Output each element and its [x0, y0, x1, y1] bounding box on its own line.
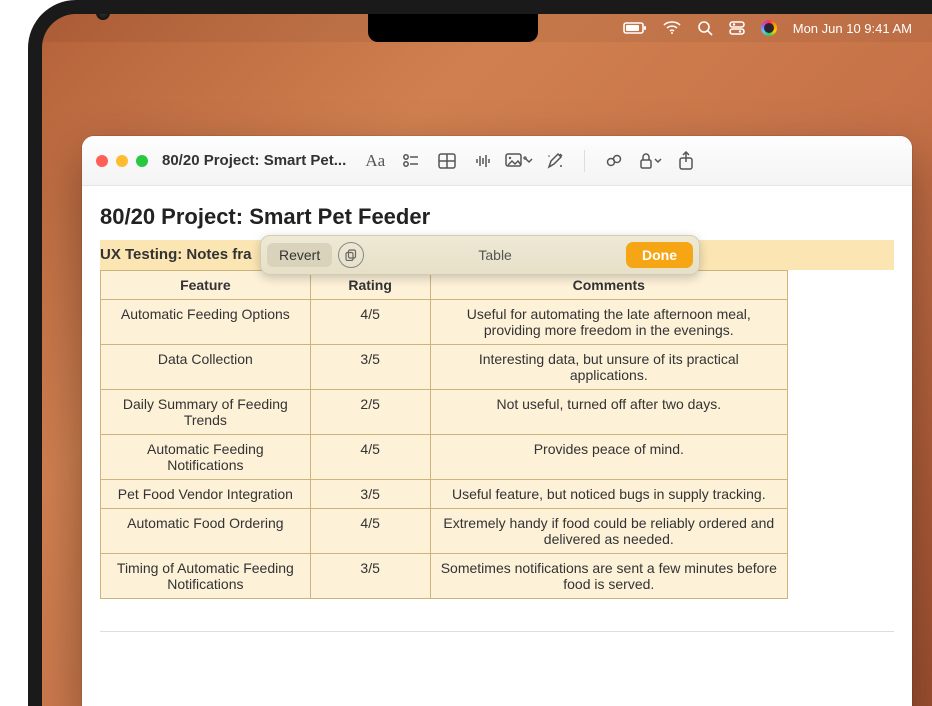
cell-rating[interactable]: 3/5 — [310, 345, 430, 390]
table-row: Pet Food Vendor Integration 3/5 Useful f… — [101, 480, 788, 509]
table-row: Automatic Feeding Options 4/5 Useful for… — [101, 300, 788, 345]
notch — [368, 14, 538, 42]
feedback-table: Feature Rating Comments Automatic Feedin… — [100, 270, 788, 599]
action-pill: Revert Table Done — [260, 235, 700, 275]
pill-label: Table — [370, 247, 620, 263]
cell-comments[interactable]: Useful feature, but noticed bugs in supp… — [430, 480, 787, 509]
toolbar-divider — [584, 150, 585, 172]
feedback-table-wrap: Feature Rating Comments Automatic Feedin… — [100, 270, 894, 599]
revert-button[interactable]: Revert — [267, 243, 332, 267]
lock-button[interactable] — [633, 146, 667, 176]
writing-tools-button[interactable] — [538, 146, 572, 176]
note-heading: 80/20 Project: Smart Pet Feeder — [100, 204, 894, 230]
cell-feature[interactable]: Pet Food Vendor Integration — [101, 480, 311, 509]
done-button[interactable]: Done — [626, 242, 693, 268]
cell-feature[interactable]: Data Collection — [101, 345, 311, 390]
copy-icon[interactable] — [338, 242, 364, 268]
cell-feature[interactable]: Daily Summary of Feeding Trends — [101, 390, 311, 435]
table-button[interactable] — [430, 146, 464, 176]
cell-feature[interactable]: Timing of Automatic Feeding Notification… — [101, 554, 311, 599]
cell-comments[interactable]: Sometimes notifications are sent a few m… — [430, 554, 787, 599]
cell-rating[interactable]: 2/5 — [310, 390, 430, 435]
battery-icon[interactable] — [623, 21, 647, 35]
minimize-button[interactable] — [116, 155, 128, 167]
table-row: Daily Summary of Feeding Trends 2/5 Not … — [101, 390, 788, 435]
highlighted-subheading-row: UX Testing: Notes fra Revert Table Done — [100, 240, 894, 270]
cell-rating[interactable]: 3/5 — [310, 480, 430, 509]
cell-comments[interactable]: Interesting data, but unsure of its prac… — [430, 345, 787, 390]
siri-icon[interactable] — [761, 20, 777, 36]
window-title: 80/20 Project: Smart Pet... — [162, 152, 346, 169]
cell-comments[interactable]: Useful for automating the late afternoon… — [430, 300, 787, 345]
cell-feature[interactable]: Automatic Feeding Notifications — [101, 435, 311, 480]
cell-comments[interactable]: Extremely handy if food could be reliabl… — [430, 509, 787, 554]
table-row: Data Collection 3/5 Interesting data, bu… — [101, 345, 788, 390]
table-row: Automatic Feeding Notifications 4/5 Prov… — [101, 435, 788, 480]
link-button[interactable] — [597, 146, 631, 176]
cell-rating[interactable]: 4/5 — [310, 509, 430, 554]
notes-window: 80/20 Project: Smart Pet... Aa — [82, 136, 912, 706]
media-button[interactable] — [502, 146, 536, 176]
traffic-lights — [96, 155, 148, 167]
checklist-button[interactable] — [394, 146, 428, 176]
table-row: Timing of Automatic Feeding Notification… — [101, 554, 788, 599]
control-center-icon[interactable] — [729, 20, 745, 36]
cell-feature[interactable]: Automatic Feeding Options — [101, 300, 311, 345]
wifi-icon[interactable] — [663, 21, 681, 35]
maximize-button[interactable] — [136, 155, 148, 167]
cell-feature[interactable]: Automatic Food Ordering — [101, 509, 311, 554]
cell-comments[interactable]: Provides peace of mind. — [430, 435, 787, 480]
share-button[interactable] — [669, 146, 703, 176]
screen: Mon Jun 10 9:41 AM 80/20 Project: Smart … — [42, 14, 932, 706]
laptop-frame: Mon Jun 10 9:41 AM 80/20 Project: Smart … — [28, 0, 932, 706]
camera-dot — [96, 6, 110, 20]
cell-comments[interactable]: Not useful, turned off after two days. — [430, 390, 787, 435]
audio-button[interactable] — [466, 146, 500, 176]
format-button[interactable]: Aa — [358, 146, 392, 176]
window-toolbar: 80/20 Project: Smart Pet... Aa — [82, 136, 912, 186]
note-body: 80/20 Project: Smart Pet Feeder UX Testi… — [82, 186, 912, 706]
search-icon[interactable] — [697, 20, 713, 36]
cell-rating[interactable]: 3/5 — [310, 554, 430, 599]
table-row: Automatic Food Ordering 4/5 Extremely ha… — [101, 509, 788, 554]
close-button[interactable] — [96, 155, 108, 167]
menubar-datetime[interactable]: Mon Jun 10 9:41 AM — [793, 21, 912, 36]
note-subheading: UX Testing: Notes fra — [100, 246, 251, 263]
divider — [100, 631, 894, 632]
cell-rating[interactable]: 4/5 — [310, 435, 430, 480]
cell-rating[interactable]: 4/5 — [310, 300, 430, 345]
